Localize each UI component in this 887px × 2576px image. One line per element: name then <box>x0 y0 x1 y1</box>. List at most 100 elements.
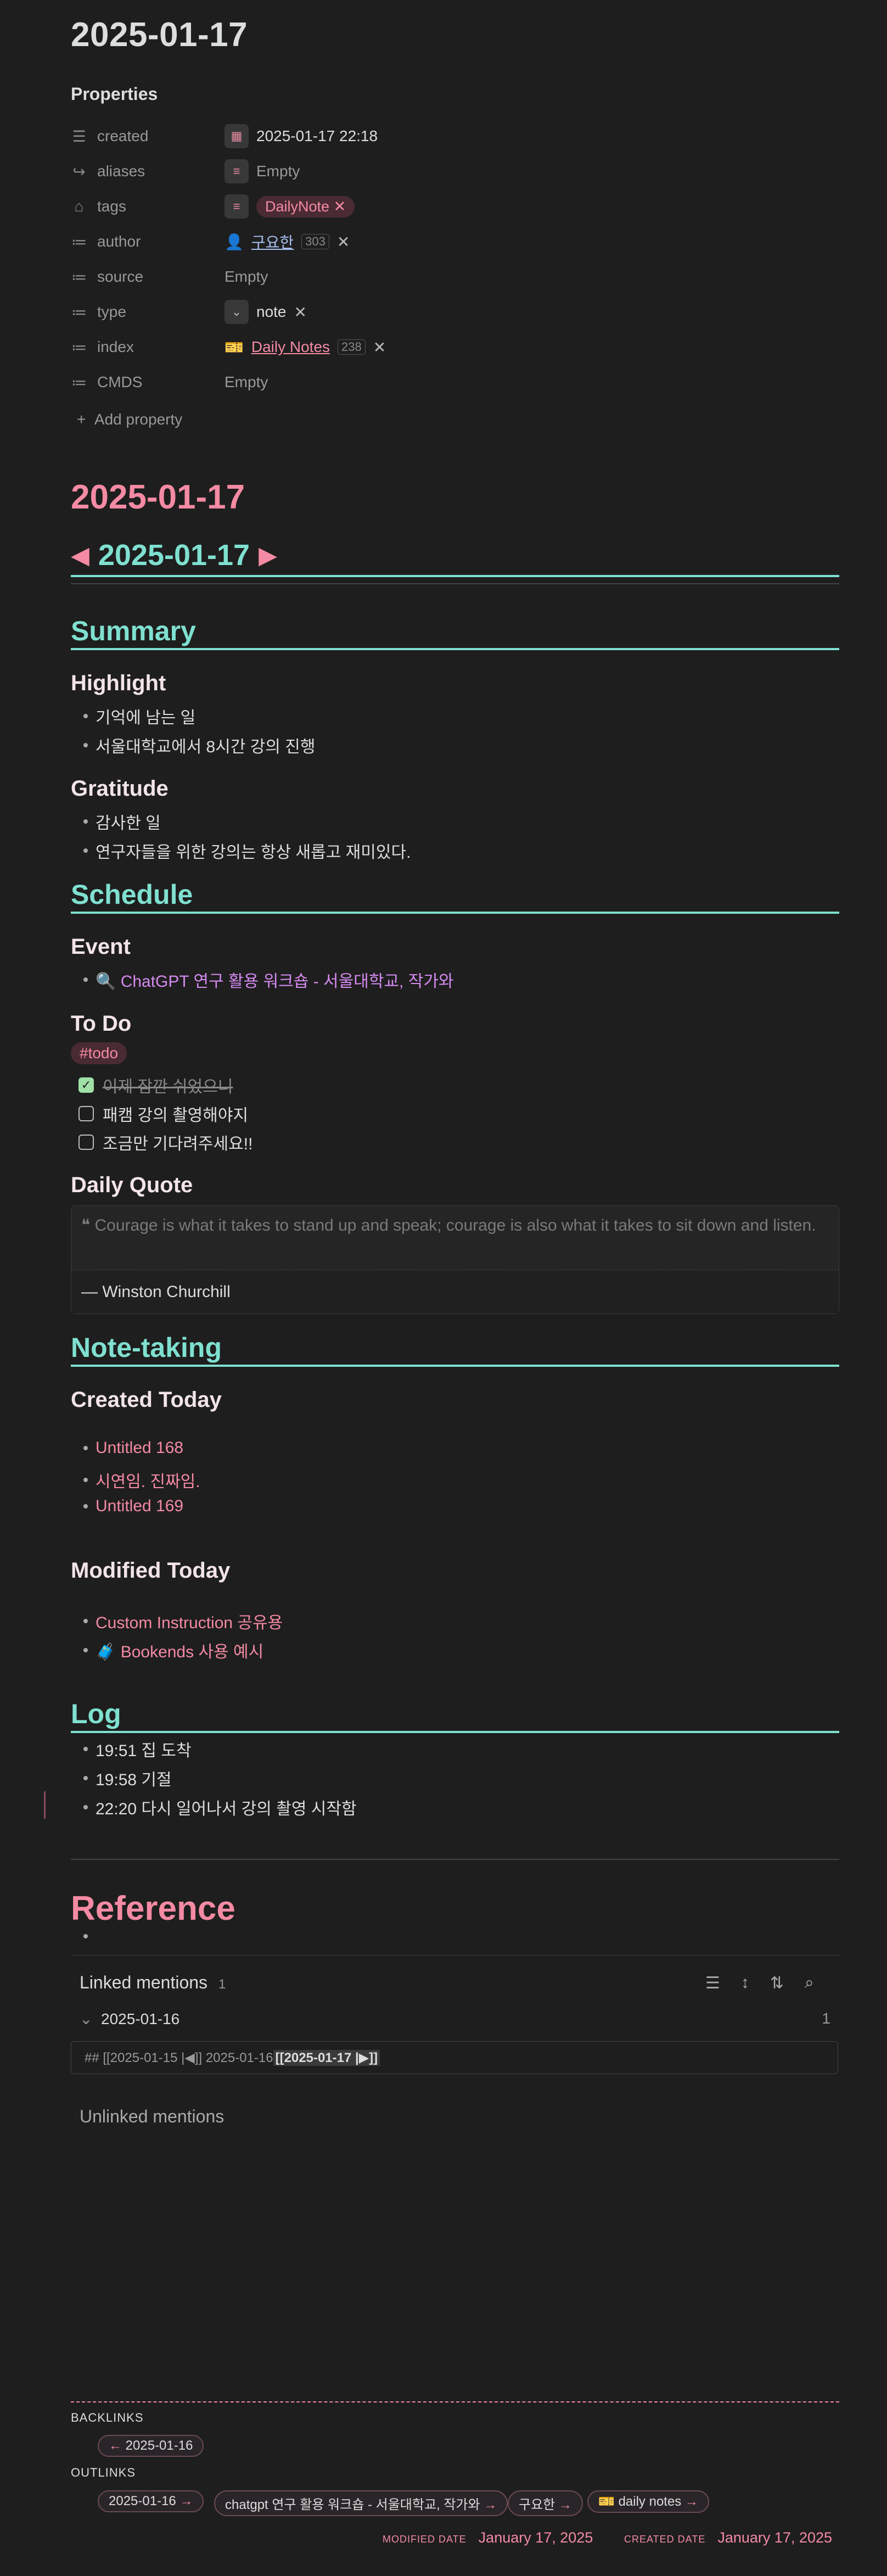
link-count: 303 <box>301 234 329 249</box>
linked-mentions-header[interactable]: Linked mentions 1 <box>80 1972 226 1993</box>
list-item: 연구자들을 위한 강의는 항상 새롭고 재미있다. <box>83 839 411 863</box>
note-link[interactable]: 🧳 Bookends 사용 예시 <box>96 1638 263 1662</box>
task-item[interactable]: 패캠 강의 촬영해야지 <box>78 1102 248 1126</box>
outlink-chip[interactable]: 🎫 daily notes → <box>587 2490 709 2513</box>
property-type[interactable]: ≔ type ⌄ note ✕ <box>71 294 839 329</box>
list-icon: ≔ <box>71 338 87 356</box>
summary-heading: Summary <box>71 615 839 650</box>
text-lines-icon: ☰ <box>72 127 86 145</box>
list-icon: ≔ <box>71 303 87 321</box>
linked-mention-snippet[interactable]: ## [[2025-01-15 |◀]] 2025-01-16 [[2025-0… <box>71 2041 838 2074</box>
outlink-chip[interactable]: 2025-01-16 → <box>98 2490 204 2512</box>
property-source[interactable]: ≔ source Empty <box>71 259 839 294</box>
property-value[interactable]: Empty <box>224 268 268 286</box>
outlink-chip[interactable]: 구요한 → <box>508 2490 583 2516</box>
search-icon[interactable]: ⌕ <box>805 1974 814 1993</box>
checkbox[interactable] <box>78 1106 94 1121</box>
property-index[interactable]: ≔ index 🎫 Daily Notes 238 ✕ <box>71 329 839 365</box>
todo-heading: To Do <box>71 1012 132 1036</box>
footer-divider <box>71 2401 839 2402</box>
property-value[interactable]: 2025-01-17 22:18 <box>256 127 378 145</box>
property-key: source <box>97 268 144 285</box>
expand-icon[interactable]: ↕ <box>741 1974 749 1993</box>
daily-quote-heading: Daily Quote <box>71 1173 193 1197</box>
person-icon: 👤 <box>224 233 244 250</box>
remove-icon[interactable]: ✕ <box>294 303 307 321</box>
linked-mentions-toolbar: ☰ ↕ ⇅ ⌕ <box>705 1974 814 1993</box>
chevron-down-icon[interactable]: ⌄ <box>224 300 249 324</box>
next-day-link[interactable]: ▶ <box>259 541 277 569</box>
quote-author: — Winston Churchill <box>71 1270 839 1314</box>
property-tags[interactable]: ⌂ tags ≡ DailyNote ✕ <box>71 189 839 224</box>
list-item: Untitled 169 <box>83 1497 183 1516</box>
linked-mention-item[interactable]: ⌄ 2025-01-16 1 <box>80 2010 830 2028</box>
event-link[interactable]: 🔍 ChatGPT 연구 활용 워크숍 - 서울대학교, 작가와 <box>96 968 454 992</box>
unlinked-mentions-header[interactable]: Unlinked mentions <box>80 2106 224 2127</box>
add-property-button[interactable]: + Add property <box>77 411 182 428</box>
backlinks-label: BACKLINKS <box>71 2411 144 2424</box>
remove-icon[interactable]: ✕ <box>337 233 350 251</box>
note-link[interactable]: Untitled 168 <box>96 1439 183 1457</box>
author-link[interactable]: 구요한 <box>251 231 294 253</box>
property-key: created <box>97 127 149 144</box>
link-count: 238 <box>338 339 366 355</box>
property-cmds[interactable]: ≔ CMDS Empty <box>71 365 839 400</box>
note-link[interactable]: Custom Instruction 공유용 <box>96 1609 283 1633</box>
list-icon: ≔ <box>71 233 87 250</box>
note-title[interactable]: 2025-01-17 <box>71 15 248 54</box>
checkbox-checked[interactable]: ✓ <box>78 1077 94 1093</box>
list-icon: ≔ <box>71 373 87 391</box>
note-link[interactable]: Untitled 169 <box>96 1497 183 1516</box>
property-value[interactable]: Empty <box>224 373 268 391</box>
prev-day-link[interactable]: ◀ <box>71 541 89 569</box>
property-created[interactable]: ☰ created ▦ 2025-01-17 22:18 <box>71 119 839 154</box>
remove-icon[interactable]: ✕ <box>373 338 386 356</box>
calendar-icon: ▦ <box>224 124 249 148</box>
event-item: 🔍 ChatGPT 연구 활용 워크숍 - 서울대학교, 작가와 <box>83 968 454 992</box>
forward-arrow-icon: ↪ <box>72 163 86 180</box>
ticket-icon: 🎫 <box>598 2494 615 2509</box>
property-value[interactable]: Empty <box>256 163 300 180</box>
property-author[interactable]: ≔ author 👤 구요한 303 ✕ <box>71 224 839 259</box>
highlight-heading: Highlight <box>71 671 166 695</box>
list-item[interactable] <box>83 1934 88 1938</box>
notetaking-heading: Note-taking <box>71 1332 839 1367</box>
remove-icon[interactable]: ✕ <box>334 198 346 215</box>
tag-pill[interactable]: DailyNote ✕ <box>256 195 355 217</box>
quote-callout: ❝ Courage is what it takes to stand up a… <box>71 1205 839 1314</box>
todo-tag[interactable]: #todo <box>71 1042 127 1064</box>
chevron-down-icon[interactable]: ⌄ <box>80 2010 92 2027</box>
property-key: author <box>97 233 141 250</box>
created-date: CREATED DATE January 17, 2025 <box>624 2529 833 2546</box>
property-key: CMDS <box>97 373 143 390</box>
list-view-icon[interactable]: ☰ <box>705 1974 720 1993</box>
created-today-heading: Created Today <box>71 1388 222 1412</box>
outlink-chip[interactable]: chatgpt 연구 활용 워크숍 - 서울대학교, 작가와 → <box>214 2490 508 2516</box>
text-cursor <box>44 1791 46 1819</box>
property-aliases[interactable]: ↪ aliases ≡ Empty <box>71 154 839 189</box>
checkbox[interactable] <box>78 1135 94 1150</box>
list-item: Custom Instruction 공유용 <box>83 1609 283 1633</box>
task-item[interactable]: 조금만 기다려주세요!! <box>78 1130 252 1154</box>
plus-icon: + <box>77 411 86 428</box>
property-value[interactable]: note <box>256 303 287 321</box>
list-item: 🧳 Bookends 사용 예시 <box>83 1638 263 1662</box>
event-heading: Event <box>71 935 131 959</box>
quote-text: ❝ Courage is what it takes to stand up a… <box>81 1216 816 1234</box>
property-key: type <box>97 303 126 320</box>
properties-heading[interactable]: Properties <box>71 84 158 104</box>
list-item: 19:58 기절 <box>83 1766 172 1790</box>
index-link[interactable]: Daily Notes <box>251 338 330 356</box>
modified-date: MODIFIED DATE January 17, 2025 <box>383 2529 593 2546</box>
sort-icon[interactable]: ⇅ <box>770 1974 784 1993</box>
date-navigation: ◀ 2025-01-17 ▶ <box>71 535 839 577</box>
list-item: 19:51 집 도착 <box>83 1737 192 1761</box>
divider <box>71 583 839 584</box>
property-key: tags <box>97 198 126 215</box>
task-item[interactable]: ✓ 이제 잠깐 쉬었으니 <box>78 1073 233 1097</box>
note-link[interactable]: 시연임. 진짜임. <box>96 1468 200 1492</box>
ticket-icon: 🎫 <box>224 338 244 356</box>
list-item: 기억에 남는 일 <box>83 704 195 728</box>
list-item: 22:20 다시 일어나서 강의 촬영 시작함 <box>83 1795 357 1819</box>
backlink-chip[interactable]: ← 2025-01-16 <box>98 2435 204 2457</box>
